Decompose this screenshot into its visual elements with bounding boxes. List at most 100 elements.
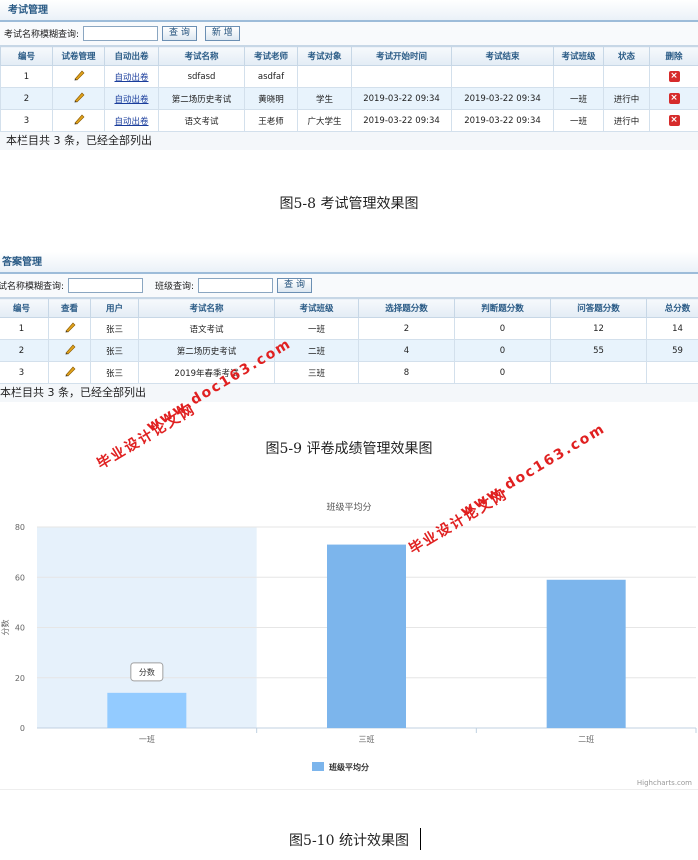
auto-paper-cell: 自动出卷 — [104, 87, 159, 110]
answer-search-button[interactable]: 查 询 — [277, 278, 312, 293]
auto-paper-link[interactable]: 自动出卷 — [114, 73, 148, 83]
cell-qa-score: 55 — [550, 339, 647, 362]
y-tick-label: 60 — [15, 573, 25, 582]
cell-status — [603, 65, 650, 88]
y-tick-label: 20 — [15, 674, 25, 683]
cell-target: 广大学生 — [297, 109, 352, 132]
class-search-input[interactable] — [198, 278, 274, 293]
cell-total-score — [646, 361, 698, 384]
exam-col-header[interactable]: 考试名称 — [158, 46, 245, 66]
cell-teacher: asdfaf — [244, 65, 298, 88]
exam-search-input[interactable] — [83, 26, 159, 41]
answer-col-header[interactable]: 选择题分数 — [358, 298, 455, 318]
exam-add-button[interactable]: 新 增 — [204, 26, 240, 41]
exam-search-label: 考试名称模糊查询: — [4, 30, 80, 40]
answer-col-header[interactable]: 查看 — [48, 298, 91, 318]
cell-choice-score: 2 — [358, 317, 455, 340]
pencil-icon[interactable] — [72, 112, 86, 126]
bar-chart: 班级平均分020406080分数一班 三班 二班分数班级平均分Highcharts.… — [0, 501, 697, 787]
answer-col-header[interactable]: 编号 — [0, 298, 49, 318]
cell-user: 张三 — [90, 339, 139, 362]
pencil-icon[interactable] — [63, 320, 77, 334]
answer-search-row: 试名称模糊查询: 班级查询: 查 询 — [0, 274, 698, 298]
bar — [546, 579, 626, 728]
cell-start: 2019-03-22 09:34 — [351, 109, 452, 132]
answer-col-header[interactable]: 问答题分数 — [550, 298, 647, 318]
pencil-icon[interactable] — [72, 90, 86, 104]
table-row: 3 张三 2019年春季考试 三班 8 0 — [0, 361, 698, 384]
delete-icon[interactable]: × — [668, 115, 680, 126]
edit-paper-cell[interactable] — [52, 109, 105, 132]
auto-paper-cell: 自动出卷 — [104, 65, 159, 88]
exam-col-header[interactable]: 考试开始时间 — [351, 46, 452, 66]
exam-col-header[interactable]: 编号 — [0, 46, 53, 66]
exam-search-button[interactable]: 查 询 — [162, 26, 197, 41]
delete-icon[interactable]: × — [668, 93, 680, 104]
answer-col-header[interactable]: 判断题分数 — [454, 298, 551, 318]
edit-paper-cell[interactable] — [52, 65, 105, 88]
cell-exam-name: sdfasd — [158, 65, 245, 88]
cell-status: 进行中 — [603, 87, 650, 110]
exam-col-header[interactable]: 试卷管理 — [52, 46, 105, 66]
answer-col-header[interactable]: 总分数 — [646, 298, 698, 318]
x-tick-label: 三班 — [359, 734, 375, 744]
exam-col-header[interactable]: 考试班级 — [553, 46, 604, 66]
cell-choice-score: 4 — [358, 339, 455, 362]
cell-end — [451, 65, 554, 88]
pencil-icon[interactable] — [63, 342, 77, 356]
cell-end: 2019-03-22 09:34 — [451, 109, 554, 132]
pencil-icon[interactable] — [63, 364, 77, 378]
answer-search-input[interactable] — [68, 278, 144, 293]
pencil-icon[interactable] — [72, 68, 86, 82]
delete-cell: × — [649, 87, 698, 110]
table-row: 1 自动出卷 sdfasd asdfaf × — [0, 65, 698, 88]
answer-panel-title: 答案管理 — [0, 252, 698, 274]
cell-id: 2 — [0, 87, 53, 110]
cell-exam-name: 语文考试 — [138, 317, 275, 340]
x-tick-label: 二班 — [578, 734, 594, 744]
chart-title: 班级平均分 — [326, 501, 371, 513]
answer-col-header[interactable]: 考试名称 — [138, 298, 275, 318]
edit-paper-cell[interactable] — [52, 87, 105, 110]
table-row: 3 自动出卷 语文考试 王老师 广大学生 2019-03-22 09:34 20… — [0, 109, 698, 132]
exam-col-header[interactable]: 状态 — [603, 46, 650, 66]
cell-status: 进行中 — [603, 109, 650, 132]
cell-target: 学生 — [297, 87, 352, 110]
exam-footer-note: 本栏目共 3 条，已经全部列出 — [6, 134, 152, 147]
cell-id: 2 — [0, 339, 49, 362]
exam-panel-title: 考试管理 — [0, 0, 698, 22]
answer-col-header[interactable]: 用户 — [90, 298, 139, 318]
view-cell[interactable] — [48, 361, 91, 384]
y-tick-label: 0 — [20, 724, 25, 733]
cell-start — [351, 65, 452, 88]
view-cell[interactable] — [48, 339, 91, 362]
exam-search-row: 考试名称模糊查询: 查 询 新 增 — [0, 22, 698, 46]
exam-panel: 考试管理 考试名称模糊查询: 查 询 新 增 编号 试卷管理 自动出卷 考试名称… — [0, 0, 698, 150]
x-tick-label: 一班 — [139, 734, 155, 744]
bar — [327, 544, 406, 728]
cell-qa-score — [550, 361, 647, 384]
legend-label: 班级平均分 — [329, 762, 369, 772]
y-axis-label: 分数 — [0, 620, 10, 636]
exam-col-header[interactable]: 考试老师 — [244, 46, 298, 66]
tooltip-text: 分数 — [139, 667, 155, 677]
cell-judge-score: 0 — [454, 317, 551, 340]
answer-col-header[interactable]: 考试班级 — [274, 298, 359, 318]
auto-paper-link[interactable]: 自动出卷 — [114, 117, 148, 127]
exam-col-header[interactable]: 自动出卷 — [104, 46, 159, 66]
delete-icon[interactable]: × — [668, 71, 680, 82]
cell-judge-score: 0 — [454, 361, 551, 384]
figure-caption: 图5-10 统计效果图 — [289, 833, 409, 849]
delete-cell: × — [649, 65, 698, 88]
cell-user: 张三 — [90, 317, 139, 340]
view-cell[interactable] — [48, 317, 91, 340]
table-row: 2 张三 第二场历史考试 二班 4 0 55 59 — [0, 339, 698, 362]
exam-col-header[interactable]: 考试对象 — [297, 46, 352, 66]
auto-paper-link[interactable]: 自动出卷 — [114, 95, 148, 105]
figure-caption: 图5-8 考试管理效果图 — [279, 196, 419, 212]
exam-col-header[interactable]: 删除 — [649, 46, 698, 66]
exam-col-header[interactable]: 考试结束 — [451, 46, 554, 66]
cell-exam-name: 第二场历史考试 — [158, 87, 245, 110]
text-cursor — [420, 828, 421, 850]
answer-search-label: 试名称模糊查询: — [0, 282, 65, 292]
